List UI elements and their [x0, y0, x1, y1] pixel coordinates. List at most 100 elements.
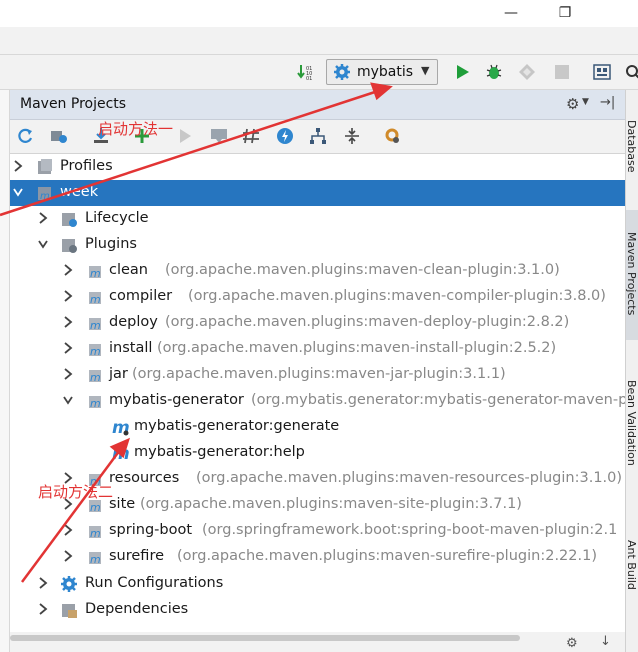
chevron-right-icon[interactable] — [62, 315, 74, 329]
tree-item-profiles[interactable]: Profiles — [10, 154, 625, 180]
chevron-right-icon[interactable] — [62, 523, 74, 537]
maven-projects-tree: Profiles m week Lifecycle Plugins m clea… — [10, 154, 625, 632]
gear-icon[interactable]: ⚙ — [566, 95, 579, 113]
tree-item-goal[interactable]: m mybatis-generator:generate — [10, 414, 625, 440]
horizontal-scrollbar[interactable]: ⚙ ↓ — [10, 632, 625, 652]
tree-item-plugin[interactable]: m deploy (org.apache.maven.plugins:maven… — [10, 310, 625, 336]
run-goal-icon[interactable] — [176, 127, 194, 145]
project-structure-icon[interactable] — [593, 63, 611, 81]
plugin-name: jar — [109, 366, 128, 382]
reimport-icon[interactable] — [16, 127, 34, 145]
search-icon[interactable] — [624, 63, 638, 81]
maven-goal-icon: m — [112, 418, 130, 436]
arrow-down-icon[interactable]: ↓ — [600, 634, 611, 649]
tree-item-goal[interactable]: m mybatis-generator:help — [10, 440, 625, 466]
tree-item-dependencies[interactable]: Dependencies — [10, 597, 625, 623]
svg-text:m: m — [90, 293, 101, 306]
folder-icon — [38, 159, 52, 174]
plugin-detail: (org.apache.maven.plugins:maven-resource… — [196, 470, 623, 486]
chevron-right-icon[interactable] — [37, 211, 49, 225]
plugin-icon: m — [89, 370, 101, 384]
chevron-right-icon[interactable] — [62, 289, 74, 303]
chevron-right-icon[interactable] — [37, 576, 49, 590]
tree-label: Plugins — [85, 236, 137, 252]
tab-ant-build[interactable]: Ant Build — [625, 530, 638, 610]
svg-text:m: m — [90, 371, 101, 384]
tree-item-run-configurations[interactable]: Run Configurations — [10, 571, 625, 597]
plugin-icon: m — [89, 318, 101, 332]
tab-label: Database — [625, 120, 638, 173]
execute-goal-icon[interactable] — [210, 127, 228, 145]
collapse-all-icon[interactable] — [343, 127, 361, 145]
plugin-name: install — [109, 340, 153, 356]
maven-project-icon: m — [38, 187, 51, 202]
plugin-icon: m — [89, 292, 101, 306]
tab-maven-projects[interactable]: Maven Projects — [625, 210, 638, 340]
tab-database[interactable]: Database — [625, 120, 638, 190]
tree-item-plugin[interactable]: m spring-boot (org.springframework.boot:… — [10, 518, 625, 544]
chevron-right-icon[interactable] — [37, 602, 49, 616]
svg-text:m: m — [90, 501, 101, 514]
tree-item-plugin[interactable]: m clean (org.apache.maven.plugins:maven-… — [10, 258, 625, 284]
dependencies-folder-icon — [62, 604, 77, 618]
tab-bean-validation[interactable]: Bean Validation — [625, 370, 638, 490]
chevron-right-icon[interactable] — [62, 263, 74, 277]
plugin-icon: m — [89, 526, 101, 540]
maven-goal-icon: m — [112, 444, 130, 462]
scrollbar-thumb[interactable] — [10, 635, 520, 641]
plugins-folder-icon — [62, 239, 77, 253]
plugin-name: resources — [109, 470, 180, 486]
plugin-detail: (org.apache.maven.plugins:maven-install-… — [157, 340, 557, 356]
chevron-right-icon[interactable] — [62, 549, 74, 563]
plugin-name: spring-boot — [109, 522, 193, 538]
tree-item-plugin[interactable]: m mybatis-generator (org.mybatis.generat… — [10, 388, 625, 414]
chevron-down-icon: ▼ — [421, 64, 430, 77]
offline-mode-icon[interactable] — [242, 127, 260, 145]
svg-text:m: m — [90, 527, 101, 540]
plugin-name: surefire — [109, 548, 165, 564]
plugin-detail: (org.apache.maven.plugins:maven-clean-pl… — [165, 262, 560, 278]
skip-tests-icon[interactable] — [276, 127, 294, 145]
hide-panel-icon[interactable]: →| — [600, 95, 615, 110]
run-icon[interactable] — [453, 63, 471, 81]
maven-settings-icon[interactable] — [384, 127, 402, 145]
goal-name: mybatis-generator:generate — [134, 418, 340, 434]
chevron-down-icon[interactable] — [12, 185, 24, 199]
stop-icon[interactable] — [553, 63, 571, 81]
chevron-right-icon[interactable] — [62, 341, 74, 355]
svg-text:m: m — [90, 319, 101, 332]
chevron-down-icon[interactable] — [37, 237, 49, 251]
goal-name: mybatis-generator:help — [134, 444, 305, 460]
chevron-right-icon[interactable] — [12, 159, 24, 173]
debug-icon[interactable] — [485, 63, 503, 81]
gear-icon — [61, 576, 77, 592]
tree-item-plugin[interactable]: m compiler (org.apache.maven.plugins:mav… — [10, 284, 625, 310]
tree-item-plugin[interactable]: m jar (org.apache.maven.plugins:maven-ja… — [10, 362, 625, 388]
svg-text:m: m — [112, 444, 130, 462]
tree-item-plugins[interactable]: Plugins — [10, 232, 625, 258]
binary-sort-icon[interactable]: 011001 — [297, 63, 315, 81]
tree-item-plugin[interactable]: m surefire (org.apache.maven.plugins:mav… — [10, 544, 625, 570]
tree-item-plugin[interactable]: m install (org.apache.maven.plugins:mave… — [10, 336, 625, 362]
plugin-detail: (org.mybatis.generator:mybatis-generator… — [251, 392, 625, 408]
tree-item-lifecycle[interactable]: Lifecycle — [10, 206, 625, 232]
generate-sources-icon[interactable] — [50, 127, 68, 145]
chevron-down-icon[interactable]: ▼ — [582, 97, 589, 107]
chevron-right-icon[interactable] — [62, 367, 74, 381]
gear-icon[interactable]: ⚙ — [566, 636, 578, 651]
tree-item-project[interactable]: m week — [10, 180, 625, 206]
chevron-down-icon[interactable] — [62, 393, 74, 407]
svg-text:m: m — [90, 397, 101, 410]
plugin-detail: (org.apache.maven.plugins:maven-surefire… — [177, 548, 597, 564]
coverage-icon[interactable] — [518, 63, 536, 81]
maximize-button[interactable]: ❐ — [552, 3, 578, 23]
run-config-selector[interactable]: mybatis ▼ — [326, 59, 438, 85]
show-dependencies-icon[interactable] — [309, 127, 327, 145]
minimize-button[interactable]: — — [498, 3, 524, 23]
tree-label: week — [60, 184, 99, 200]
plugin-detail: (org.apache.maven.plugins:maven-compiler… — [188, 288, 606, 304]
plugin-icon: m — [89, 396, 101, 410]
left-tool-strip — [0, 90, 10, 652]
plugin-detail: (org.springframework.boot:spring-boot-ma… — [202, 522, 618, 538]
plugin-icon: m — [89, 344, 101, 358]
